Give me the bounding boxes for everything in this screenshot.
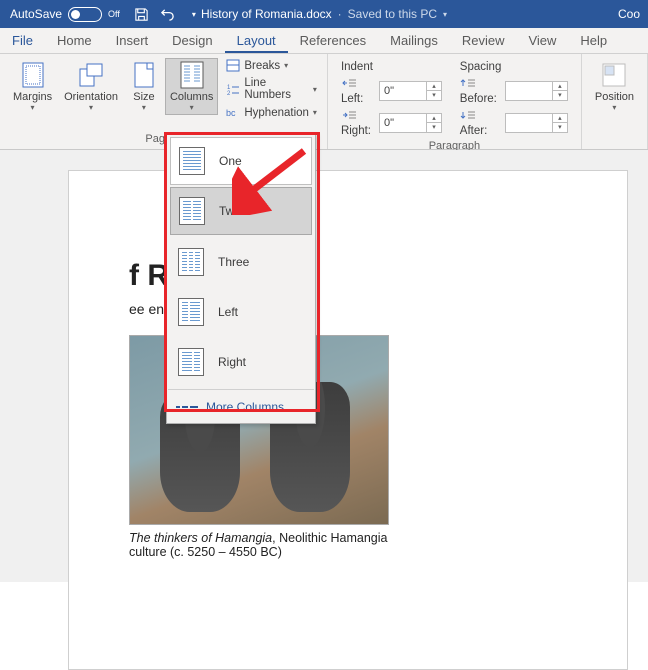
autosave-label: AutoSave bbox=[10, 7, 62, 21]
spacing-heading: Spacing bbox=[457, 60, 571, 74]
document-area[interactable]: f Romania ee encyclopedia The thinkers o… bbox=[0, 150, 648, 582]
spin-down-icon[interactable]: ▾ bbox=[427, 91, 441, 100]
columns-right-icon bbox=[178, 348, 204, 376]
indent-left-input[interactable]: ▴▾ bbox=[379, 81, 442, 101]
undo-icon[interactable] bbox=[160, 6, 176, 22]
doc-name: History of Romania.docx bbox=[201, 7, 332, 21]
columns-option-more[interactable]: More Columns... bbox=[168, 392, 314, 422]
saved-status: Saved to this PC bbox=[348, 7, 437, 21]
svg-text:bc: bc bbox=[226, 108, 236, 118]
columns-option-one[interactable]: One bbox=[170, 137, 312, 185]
title-right-text: Coo bbox=[618, 7, 640, 21]
position-icon bbox=[600, 61, 628, 89]
orientation-icon bbox=[77, 61, 105, 89]
toggle-switch-icon bbox=[68, 7, 102, 22]
columns-left-icon bbox=[178, 298, 204, 326]
hyphenation-icon: bc bbox=[226, 106, 240, 119]
margins-button[interactable]: Margins▾ bbox=[8, 58, 57, 115]
save-icon[interactable] bbox=[134, 6, 150, 22]
tab-home[interactable]: Home bbox=[45, 29, 104, 53]
dropdown-separator bbox=[168, 389, 314, 390]
tab-layout[interactable]: Layout bbox=[225, 29, 288, 53]
hyphenation-button[interactable]: bcHyphenation ▾ bbox=[224, 105, 319, 120]
orientation-button[interactable]: Orientation▾ bbox=[59, 58, 123, 115]
spacing-after-icon bbox=[460, 109, 476, 123]
indent-heading: Indent bbox=[338, 60, 445, 74]
columns-dropdown: One Two Three Left Right More Columns... bbox=[166, 133, 316, 424]
chevron-down-icon: ▾ bbox=[612, 103, 616, 112]
figure-caption: The thinkers of Hamangia, Neolithic Hama… bbox=[129, 531, 389, 559]
size-icon bbox=[130, 61, 158, 89]
columns-icon bbox=[178, 61, 206, 89]
chevron-down-icon: ▾ bbox=[284, 61, 288, 70]
spin-up-icon[interactable]: ▴ bbox=[553, 114, 567, 123]
columns-option-two[interactable]: Two bbox=[170, 187, 312, 235]
document-page[interactable]: f Romania ee encyclopedia The thinkers o… bbox=[68, 170, 628, 670]
spin-down-icon[interactable]: ▾ bbox=[553, 91, 567, 100]
spacing-after-input[interactable]: ▴▾ bbox=[505, 113, 568, 133]
spin-up-icon[interactable]: ▴ bbox=[553, 82, 567, 91]
breaks-icon bbox=[226, 59, 240, 72]
chevron-down-icon: ▾ bbox=[313, 108, 317, 117]
indent-right-input[interactable]: ▴▾ bbox=[379, 113, 442, 133]
tab-mailings[interactable]: Mailings bbox=[378, 29, 450, 53]
doc-dash: · bbox=[338, 7, 342, 21]
columns-option-right[interactable]: Right bbox=[168, 337, 314, 387]
chevron-down-icon: ▾ bbox=[190, 103, 194, 112]
group-paragraph: Indent Spacing Left: ▴▾ Before: ▴▾ Right… bbox=[328, 54, 582, 149]
tab-view[interactable]: View bbox=[516, 29, 568, 53]
indent-right-icon bbox=[341, 109, 357, 123]
breaks-button[interactable]: Breaks ▾ bbox=[224, 58, 319, 73]
columns-two-icon bbox=[179, 197, 205, 225]
spacing-before-input[interactable]: ▴▾ bbox=[505, 81, 568, 101]
autosave-toggle[interactable]: AutoSave Off bbox=[10, 7, 120, 22]
chevron-down-icon: ▾ bbox=[89, 103, 93, 112]
quick-access-toolbar: ▾ bbox=[134, 6, 202, 22]
tab-insert[interactable]: Insert bbox=[104, 29, 161, 53]
chevron-down-icon: ▾ bbox=[313, 85, 317, 94]
title-bar: AutoSave Off ▾ History of Romania.docx ·… bbox=[0, 0, 648, 28]
tab-review[interactable]: Review bbox=[450, 29, 517, 53]
indent-left-icon bbox=[341, 77, 357, 91]
position-button: Position▾ bbox=[590, 58, 639, 115]
chevron-down-icon[interactable]: ▾ bbox=[443, 10, 447, 19]
autosave-state: Off bbox=[108, 9, 120, 19]
tab-file[interactable]: File bbox=[0, 29, 45, 53]
spacing-before-icon bbox=[460, 77, 476, 91]
columns-one-icon bbox=[179, 147, 205, 175]
group-arrange: Position▾ bbox=[582, 54, 648, 149]
tab-design[interactable]: Design bbox=[160, 29, 224, 53]
chevron-down-icon: ▾ bbox=[31, 103, 35, 112]
ribbon: Margins▾ Orientation▾ Size▾ Columns▾ Bre… bbox=[0, 54, 648, 150]
qat-customize-icon[interactable]: ▾ bbox=[186, 6, 202, 22]
ribbon-tabs: File Home Insert Design Layout Reference… bbox=[0, 28, 648, 54]
chevron-down-icon: ▾ bbox=[142, 103, 146, 112]
size-button[interactable]: Size▾ bbox=[125, 58, 163, 115]
line-numbers-icon: 12 bbox=[226, 83, 240, 96]
spin-down-icon[interactable]: ▾ bbox=[553, 123, 567, 132]
columns-button[interactable]: Columns▾ bbox=[165, 58, 218, 115]
columns-three-icon bbox=[178, 248, 204, 276]
columns-option-three[interactable]: Three bbox=[168, 237, 314, 287]
margins-icon bbox=[19, 61, 47, 89]
tab-help[interactable]: Help bbox=[568, 29, 619, 53]
svg-text:2: 2 bbox=[227, 91, 231, 96]
spin-up-icon[interactable]: ▴ bbox=[427, 82, 441, 91]
spin-down-icon[interactable]: ▾ bbox=[427, 123, 441, 132]
document-title: History of Romania.docx · Saved to this … bbox=[201, 7, 447, 21]
spin-up-icon[interactable]: ▴ bbox=[427, 114, 441, 123]
more-columns-icon bbox=[176, 401, 198, 413]
tab-references[interactable]: References bbox=[288, 29, 378, 53]
columns-option-left[interactable]: Left bbox=[168, 287, 314, 337]
line-numbers-button[interactable]: 12Line Numbers ▾ bbox=[224, 76, 319, 102]
